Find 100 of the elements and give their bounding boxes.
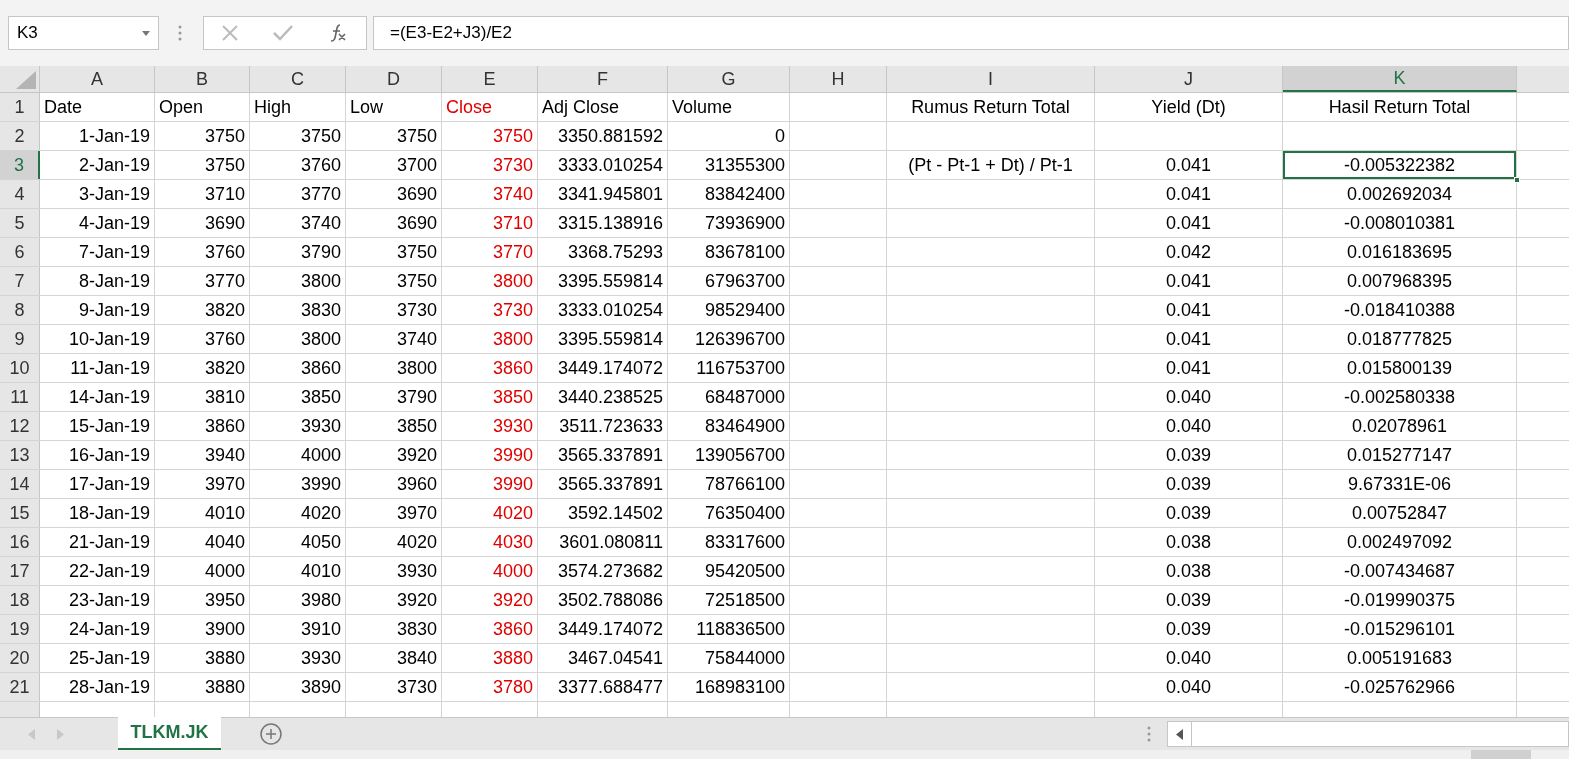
table-cell-text: 0.041	[1164, 298, 1212, 322]
table-cell-text: -0.002580338	[1342, 385, 1457, 409]
column-header[interactable]: K	[1283, 66, 1517, 92]
table-cell-text: 72518500	[703, 588, 786, 612]
table-cell-text: 3880	[491, 646, 534, 670]
table-cell-text: 67963700	[703, 269, 786, 293]
select-all-icon[interactable]	[16, 71, 36, 89]
add-sheet-icon[interactable]	[260, 723, 282, 745]
column-header[interactable]: C	[250, 66, 346, 92]
column-header[interactable]: F	[538, 66, 668, 92]
table-cell-text: 0.040	[1164, 675, 1212, 699]
table-cell-text: 68487000	[703, 385, 786, 409]
table-cell-text: 1-Jan-19	[77, 124, 151, 148]
column-header[interactable]: D	[346, 66, 442, 92]
row-header[interactable]: 1	[0, 93, 40, 121]
row-header[interactable]: 11	[0, 383, 40, 411]
column-label: Date	[43, 95, 84, 119]
row-header[interactable]: 17	[0, 557, 40, 585]
row-header[interactable]: 20	[0, 644, 40, 672]
drag-handle-icon[interactable]	[1147, 726, 1151, 742]
formula-field[interactable]: =(E3-E2+J3)/E2	[373, 16, 1569, 50]
row-header[interactable]: 16	[0, 528, 40, 556]
row-header[interactable]: 19	[0, 615, 40, 643]
table-cell-text: 3860	[203, 414, 246, 438]
column-header[interactable]: H	[790, 66, 887, 92]
table-cell-text: 3730	[491, 298, 534, 322]
table-cell-text: 0.041	[1164, 153, 1212, 177]
table-cell-text: 4040	[203, 530, 246, 554]
table-cell-text: 3565.337891	[556, 443, 664, 467]
table-cell-text: 3315.138916	[556, 211, 664, 235]
dropdown-caret-icon	[142, 30, 150, 36]
function-icon[interactable]	[328, 23, 349, 43]
table-cell-text: 4030	[491, 530, 534, 554]
row-header[interactable]: 18	[0, 586, 40, 614]
row-header[interactable]: 2	[0, 122, 40, 150]
drag-handle-icon[interactable]	[178, 25, 182, 41]
column-header[interactable]: I	[887, 66, 1095, 92]
row-header[interactable]: 14	[0, 470, 40, 498]
scroll-left-icon[interactable]	[1176, 728, 1183, 740]
row-header[interactable]: 13	[0, 441, 40, 469]
cell-reference: K3	[17, 22, 38, 45]
row-header[interactable]: 21	[0, 673, 40, 701]
table-cell-text: 3930	[395, 559, 438, 583]
table-cell-text: 3790	[299, 240, 342, 264]
row-header[interactable]: 5	[0, 209, 40, 237]
column-header[interactable]: E	[442, 66, 538, 92]
active-cell[interactable]: -0.005322382	[1283, 151, 1516, 179]
table-cell-text: 4020	[299, 501, 342, 525]
table-cell-text: 3780	[491, 675, 534, 699]
table-cell-text: 3333.010254	[556, 153, 664, 177]
table-cell-text: 4000	[299, 443, 342, 467]
table-cell-text: 3860	[491, 617, 534, 641]
table-cell-text: 3449.174072	[556, 356, 664, 380]
sheet-tab[interactable]: TLKM.JK	[118, 717, 221, 750]
column-header[interactable]: B	[155, 66, 250, 92]
row-header[interactable]: 10	[0, 354, 40, 382]
row-header[interactable]: 12	[0, 412, 40, 440]
scrollbar-thumb[interactable]	[1471, 750, 1531, 759]
table-cell-text: 73936900	[703, 211, 786, 235]
column-header[interactable]: A	[40, 66, 155, 92]
row-header[interactable]	[0, 702, 40, 717]
table-cell-text: 3830	[395, 617, 438, 641]
table-cell-text: 3395.559814	[556, 327, 664, 351]
table-cell-text: 3395.559814	[556, 269, 664, 293]
table-cell-text: 7-Jan-19	[77, 240, 151, 264]
row-header[interactable]: 9	[0, 325, 40, 353]
row-header[interactable]: 7	[0, 267, 40, 295]
row-header[interactable]: 3	[0, 151, 40, 179]
table-cell-text: -0.008010381	[1342, 211, 1457, 235]
cancel-icon[interactable]	[221, 25, 238, 41]
table-cell-text: 83464900	[703, 414, 786, 438]
table-cell-text: 4050	[299, 530, 342, 554]
table-cell-text: 3880	[203, 646, 246, 670]
check-icon[interactable]	[273, 25, 293, 41]
horizontal-scrollbar[interactable]	[1167, 721, 1569, 747]
table-cell-text: 3840	[395, 646, 438, 670]
table-cell-text: 0.016183695	[1345, 240, 1454, 264]
table-cell-text: 3890	[299, 675, 342, 699]
table-cell-text: -0.025762966	[1342, 675, 1457, 699]
column-header[interactable]: G	[668, 66, 790, 92]
table-cell-text: 3920	[395, 443, 438, 467]
name-box[interactable]: K3	[8, 16, 159, 50]
scroll-right-icon[interactable]	[57, 728, 64, 740]
row-header[interactable]: 6	[0, 238, 40, 266]
column-label: Adj Close	[541, 95, 621, 119]
table-cell-text: 3730	[395, 298, 438, 322]
table-cell-text: 3850	[299, 385, 342, 409]
fill-handle[interactable]	[1514, 177, 1520, 183]
row-header[interactable]: 4	[0, 180, 40, 208]
row-header[interactable]: 15	[0, 499, 40, 527]
column-label: High	[253, 95, 293, 119]
table-cell-text: 3760	[203, 240, 246, 264]
table-cell-text: 14-Jan-19	[67, 385, 151, 409]
table-cell-text: -0.007434687	[1342, 559, 1457, 583]
table-cell-text: 3750	[395, 269, 438, 293]
table-cell-text: 2-Jan-19	[77, 153, 151, 177]
table-cell-text: 3960	[395, 472, 438, 496]
table-cell-text: 0.018777825	[1345, 327, 1454, 351]
row-header[interactable]: 8	[0, 296, 40, 324]
table-cell-text: 0.039	[1164, 501, 1212, 525]
